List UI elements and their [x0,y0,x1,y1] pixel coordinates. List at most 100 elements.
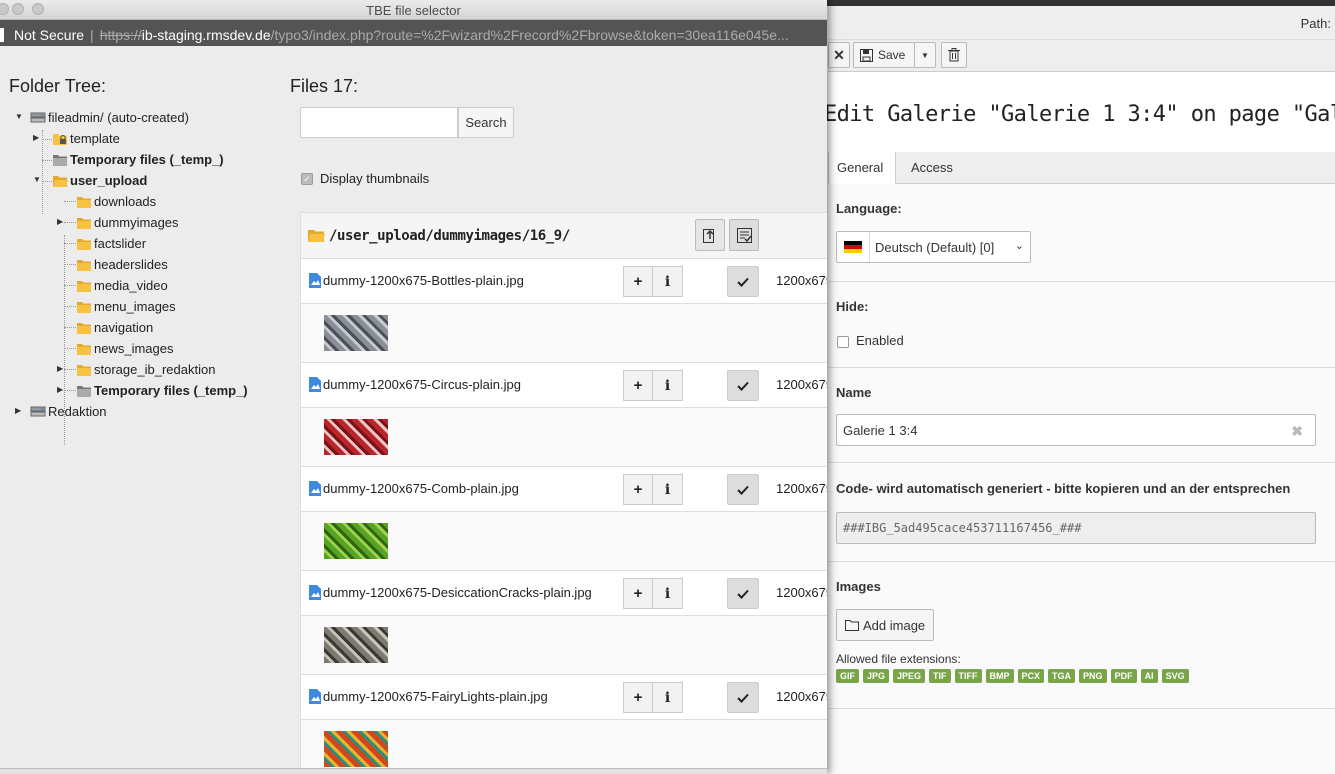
select-file-checkbox[interactable] [727,474,759,505]
search-input[interactable] [300,107,458,138]
toggle-selection-button[interactable] [729,219,759,251]
extension-badge: SVG [1161,669,1189,683]
search-button[interactable]: Search [458,107,514,138]
file-info-button[interactable]: i [653,370,683,401]
current-path: /user_upload/dummyimages/16_9/ [329,228,570,244]
folder-lock-icon [53,133,67,145]
url-field[interactable]: Not Secure | https:// ib-staging.rmsdev.… [0,22,822,44]
language-select[interactable]: Deutsch (Default) [0] ⌄ [836,231,1031,263]
extension-badge: AI [1140,669,1158,683]
file-name[interactable]: dummy-1200x675-Comb-plain.jpg [323,481,519,496]
checklist-icon [736,227,752,243]
add-image-button[interactable]: Add image [836,609,934,641]
file-row[interactable]: dummy-1200x675-Comb-plain.jpg + i 1200x6… [301,467,827,512]
name-label: Name [836,385,872,400]
file-actions: + i [623,682,683,713]
file-thumbnail[interactable] [324,315,388,351]
add-file-button[interactable]: + [623,266,653,297]
code-section: Code- wird automatisch generiert - bitte… [828,463,1335,562]
file-name[interactable]: dummy-1200x675-DesiccationCracks-plain.j… [323,585,592,600]
tree-node-temp[interactable]: Temporary files (_temp_) [52,149,224,170]
tree-node-user-upload[interactable]: user_upload [52,170,147,191]
tree-node-dummyimages[interactable]: dummyimages [76,212,179,233]
file-thumbnail[interactable] [324,731,388,767]
add-file-button[interactable]: + [623,578,653,609]
tree-node-storage-ib-redaktion[interactable]: storage_ib_redaktion [76,359,215,380]
tree-node-menu-images[interactable]: menu_images [76,296,176,317]
file-info-button[interactable]: i [653,682,683,713]
select-file-checkbox[interactable] [727,370,759,401]
add-file-button[interactable]: + [623,370,653,401]
select-file-checkbox[interactable] [727,578,759,609]
tree-node-news-images[interactable]: news_images [76,338,174,359]
add-file-button[interactable]: + [623,474,653,505]
display-thumbnails-label: Display thumbnails [320,171,430,186]
floppy-disk-icon [860,48,873,62]
display-thumbnails-checkbox[interactable]: ✓ [301,173,313,185]
expand-arrow-icon[interactable]: ▶ [57,364,63,373]
url-host: ib-staging.rmsdev.de [141,26,271,43]
extension-badge: PCX [1017,669,1045,683]
window-title: TBE file selector [366,3,461,18]
tree-node-navigation[interactable]: navigation [76,317,153,338]
extension-badge: TIFF [954,669,982,683]
expand-arrow-icon[interactable]: ▶ [57,217,63,226]
tree-guide [42,160,52,161]
tree-node-factslider[interactable]: factslider [76,233,146,254]
extension-badge: TGA [1048,669,1076,683]
collapse-arrow-icon[interactable]: ▼ [33,175,41,184]
save-button[interactable]: Save [853,42,915,68]
file-row[interactable]: dummy-1200x675-Bottles-plain.jpg + i 120… [301,259,827,304]
save-options-dropdown[interactable]: ▼ [914,42,936,68]
close-button[interactable]: ✕ [828,42,850,68]
tree-node-downloads[interactable]: downloads [76,191,156,212]
folder-icon [77,280,91,292]
file-info-button[interactable]: i [653,474,683,505]
file-row[interactable]: dummy-1200x675-FairyLights-plain.jpg + i… [301,675,827,720]
tree-guide [64,306,76,307]
import-selection-button[interactable] [695,219,725,251]
clear-icon[interactable]: ✖ [1291,423,1303,440]
tree-node-headerslides[interactable]: headerslides [76,254,168,275]
extension-badge: PNG [1079,669,1107,683]
file-name[interactable]: dummy-1200x675-Bottles-plain.jpg [323,273,524,288]
file-name[interactable]: dummy-1200x675-FairyLights-plain.jpg [323,689,548,704]
name-value: Galerie 1 3:4 [843,423,918,438]
file-info-button[interactable]: i [653,266,683,297]
file-name[interactable]: dummy-1200x675-Circus-plain.jpg [323,377,521,392]
delete-button[interactable] [941,42,967,68]
file-row[interactable]: dummy-1200x675-DesiccationCracks-plain.j… [301,571,827,616]
code-field[interactable]: ###IBG_5ad495cace453711167456_### [836,512,1316,544]
expand-arrow-icon[interactable]: ▶ [33,133,39,142]
file-table-header: /user_upload/dummyimages/16_9/ [301,213,827,259]
tree-node-temporary-files-temp[interactable]: Temporary files (_temp_) [76,380,248,401]
file-thumbnail[interactable] [324,523,388,559]
name-field[interactable]: Galerie 1 3:4 ✖ [836,414,1316,446]
expand-arrow-icon[interactable]: ▶ [57,385,63,394]
add-file-button[interactable]: + [623,682,653,713]
extension-badge: GIF [836,669,859,683]
tree-node-redaktion[interactable]: Redaktion [30,401,107,422]
tree-node-template[interactable]: template [52,128,120,149]
import-icon [703,229,714,243]
checkmark-icon [737,277,749,287]
file-thumbnail[interactable] [324,419,388,455]
select-file-checkbox[interactable] [727,682,759,713]
folder-icon [77,238,91,250]
file-row[interactable]: dummy-1200x675-Circus-plain.jpg + i 1200… [301,363,827,408]
tree-node-media-video[interactable]: media_video [76,275,168,296]
file-thumbnail[interactable] [324,627,388,663]
collapse-arrow-icon[interactable]: ▼ [15,112,23,121]
tab-access[interactable]: Access [903,152,963,184]
expand-arrow-icon[interactable]: ▶ [15,406,21,415]
language-section: Language: Deutsch (Default) [0] ⌄ [828,184,1335,282]
select-file-checkbox[interactable] [727,266,759,297]
file-info-button[interactable]: i [653,578,683,609]
image-file-icon [309,273,321,288]
folder-tree-heading: Folder Tree: [9,76,107,96]
tree-guide [64,369,76,370]
checkmark-icon [737,693,749,703]
tree-node-fileadmin[interactable]: fileadmin/ (auto-created) [30,107,189,128]
hide-checkbox[interactable] [837,336,849,348]
tab-general[interactable]: General [828,152,896,184]
